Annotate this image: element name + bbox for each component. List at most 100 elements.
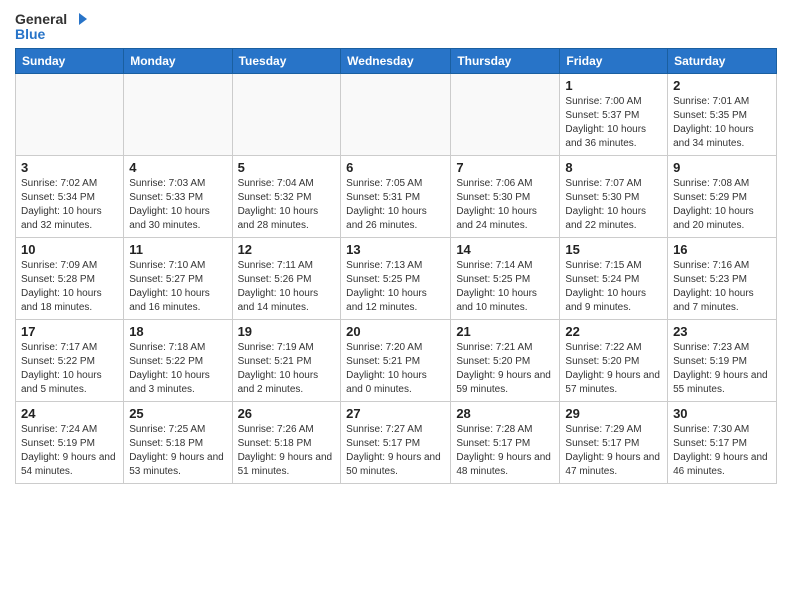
calendar-cell: 30 Sunrise: 7:30 AM Sunset: 5:17 PM Dayli… <box>668 402 777 484</box>
calendar-cell: 20Sunrise: 7:20 AM Sunset: 5:21 PM Dayli… <box>341 320 451 402</box>
day-info: Sunrise: 7:09 AM Sunset: 5:28 PM Dayligh… <box>21 259 118 315</box>
col-saturday: Saturday <box>668 49 777 74</box>
calendar-cell: 19 Sunrise: 7:19 AM Sunset: 5:21 PM Dayli… <box>232 320 341 402</box>
day-number: 28 <box>456 406 554 421</box>
week-row-2: 10 Sunrise: 7:09 AM Sunset: 5:28 PM Dayli… <box>16 238 777 320</box>
day-info: Sunrise: 7:08 AM Sunset: 5:29 PM Dayligh… <box>673 177 771 233</box>
day-number: 15 <box>565 242 662 257</box>
calendar-cell: 10 Sunrise: 7:09 AM Sunset: 5:28 PM Dayli… <box>16 238 124 320</box>
day-info: Sunrise: 7:04 AM Sunset: 5:32 PM Dayligh… <box>238 177 336 233</box>
col-monday: Monday <box>124 49 232 74</box>
day-number: 19 <box>238 324 336 339</box>
calendar-cell: 7 Sunrise: 7:06 AM Sunset: 5:30 PM Daylig… <box>451 156 560 238</box>
day-number: 14 <box>456 242 554 257</box>
calendar-cell <box>16 74 124 156</box>
calendar-cell: 9 Sunrise: 7:08 AM Sunset: 5:29 PM Daylig… <box>668 156 777 238</box>
day-number: 26 <box>238 406 336 421</box>
calendar-cell: 27 Sunrise: 7:27 AM Sunset: 5:17 PM Dayli… <box>341 402 451 484</box>
day-info: Sunrise: 7:21 AM Sunset: 5:20 PM Dayligh… <box>456 341 554 397</box>
calendar-header-row: Sunday Monday Tuesday Wednesday Thursday… <box>16 49 777 74</box>
calendar-cell: 18Sunrise: 7:18 AM Sunset: 5:22 PM Dayli… <box>124 320 232 402</box>
day-number: 11 <box>129 242 226 257</box>
day-info: Sunrise: 7:20 AM Sunset: 5:21 PM Dayligh… <box>346 341 445 397</box>
calendar-cell: 6Sunrise: 7:05 AM Sunset: 5:31 PM Daylig… <box>341 156 451 238</box>
calendar-cell: 15 Sunrise: 7:15 AM Sunset: 5:24 PM Dayli… <box>560 238 668 320</box>
logo-bird-icon <box>69 10 87 28</box>
day-number: 17 <box>21 324 118 339</box>
calendar-cell <box>341 74 451 156</box>
calendar-cell: 24Sunrise: 7:24 AM Sunset: 5:19 PM Dayli… <box>16 402 124 484</box>
day-info: Sunrise: 7:01 AM Sunset: 5:35 PM Dayligh… <box>673 95 771 151</box>
calendar-cell: 1Sunrise: 7:00 AM Sunset: 5:37 PM Daylig… <box>560 74 668 156</box>
col-tuesday: Tuesday <box>232 49 341 74</box>
day-number: 25 <box>129 406 226 421</box>
col-wednesday: Wednesday <box>341 49 451 74</box>
day-info: Sunrise: 7:07 AM Sunset: 5:30 PM Dayligh… <box>565 177 662 233</box>
week-row-4: 24Sunrise: 7:24 AM Sunset: 5:19 PM Dayli… <box>16 402 777 484</box>
day-info: Sunrise: 7:26 AM Sunset: 5:18 PM Dayligh… <box>238 423 336 479</box>
day-number: 27 <box>346 406 445 421</box>
day-info: Sunrise: 7:02 AM Sunset: 5:34 PM Dayligh… <box>21 177 118 233</box>
day-number: 7 <box>456 160 554 175</box>
day-info: Sunrise: 7:28 AM Sunset: 5:17 PM Dayligh… <box>456 423 554 479</box>
col-sunday: Sunday <box>16 49 124 74</box>
day-info: Sunrise: 7:03 AM Sunset: 5:33 PM Dayligh… <box>129 177 226 233</box>
day-number: 12 <box>238 242 336 257</box>
day-number: 21 <box>456 324 554 339</box>
day-info: Sunrise: 7:22 AM Sunset: 5:20 PM Dayligh… <box>565 341 662 397</box>
day-info: Sunrise: 7:15 AM Sunset: 5:24 PM Dayligh… <box>565 259 662 315</box>
calendar-cell: 21 Sunrise: 7:21 AM Sunset: 5:20 PM Dayli… <box>451 320 560 402</box>
week-row-1: 3 Sunrise: 7:02 AM Sunset: 5:34 PM Daylig… <box>16 156 777 238</box>
day-number: 4 <box>129 160 226 175</box>
day-number: 30 <box>673 406 771 421</box>
calendar-cell: 23Sunrise: 7:23 AM Sunset: 5:19 PM Dayli… <box>668 320 777 402</box>
day-info: Sunrise: 7:14 AM Sunset: 5:25 PM Dayligh… <box>456 259 554 315</box>
calendar-cell: 22 Sunrise: 7:22 AM Sunset: 5:20 PM Dayli… <box>560 320 668 402</box>
logo: General Blue <box>15 10 87 42</box>
page: General Blue Sunday Monday Tuesday Wedne… <box>0 0 792 612</box>
day-info: Sunrise: 7:16 AM Sunset: 5:23 PM Dayligh… <box>673 259 771 315</box>
day-info: Sunrise: 7:30 AM Sunset: 5:17 PM Dayligh… <box>673 423 771 479</box>
day-info: Sunrise: 7:27 AM Sunset: 5:17 PM Dayligh… <box>346 423 445 479</box>
day-info: Sunrise: 7:00 AM Sunset: 5:37 PM Dayligh… <box>565 95 662 151</box>
week-row-3: 17Sunrise: 7:17 AM Sunset: 5:22 PM Dayli… <box>16 320 777 402</box>
header: General Blue <box>15 10 777 42</box>
day-info: Sunrise: 7:10 AM Sunset: 5:27 PM Dayligh… <box>129 259 226 315</box>
calendar-cell <box>451 74 560 156</box>
calendar-cell: 12 Sunrise: 7:11 AM Sunset: 5:26 PM Dayli… <box>232 238 341 320</box>
logo-mark: General Blue <box>15 10 87 42</box>
day-number: 8 <box>565 160 662 175</box>
calendar-cell: 25 Sunrise: 7:25 AM Sunset: 5:18 PM Dayli… <box>124 402 232 484</box>
calendar-cell: 13Sunrise: 7:13 AM Sunset: 5:25 PM Dayli… <box>341 238 451 320</box>
day-number: 5 <box>238 160 336 175</box>
calendar-cell: 14 Sunrise: 7:14 AM Sunset: 5:25 PM Dayli… <box>451 238 560 320</box>
day-number: 9 <box>673 160 771 175</box>
calendar-cell: 11 Sunrise: 7:10 AM Sunset: 5:27 PM Dayli… <box>124 238 232 320</box>
day-info: Sunrise: 7:29 AM Sunset: 5:17 PM Dayligh… <box>565 423 662 479</box>
day-info: Sunrise: 7:11 AM Sunset: 5:26 PM Dayligh… <box>238 259 336 315</box>
calendar-cell: 2 Sunrise: 7:01 AM Sunset: 5:35 PM Daylig… <box>668 74 777 156</box>
day-info: Sunrise: 7:25 AM Sunset: 5:18 PM Dayligh… <box>129 423 226 479</box>
day-number: 24 <box>21 406 118 421</box>
calendar-cell: 28 Sunrise: 7:28 AM Sunset: 5:17 PM Dayli… <box>451 402 560 484</box>
calendar-cell: 4 Sunrise: 7:03 AM Sunset: 5:33 PM Daylig… <box>124 156 232 238</box>
day-number: 2 <box>673 78 771 93</box>
day-number: 13 <box>346 242 445 257</box>
calendar-cell <box>124 74 232 156</box>
calendar: Sunday Monday Tuesday Wednesday Thursday… <box>15 48 777 484</box>
calendar-cell <box>232 74 341 156</box>
day-number: 22 <box>565 324 662 339</box>
calendar-cell: 29 Sunrise: 7:29 AM Sunset: 5:17 PM Dayli… <box>560 402 668 484</box>
day-number: 18 <box>129 324 226 339</box>
col-friday: Friday <box>560 49 668 74</box>
day-info: Sunrise: 7:19 AM Sunset: 5:21 PM Dayligh… <box>238 341 336 397</box>
col-thursday: Thursday <box>451 49 560 74</box>
day-number: 3 <box>21 160 118 175</box>
day-number: 10 <box>21 242 118 257</box>
calendar-cell: 5 Sunrise: 7:04 AM Sunset: 5:32 PM Daylig… <box>232 156 341 238</box>
calendar-cell: 17Sunrise: 7:17 AM Sunset: 5:22 PM Dayli… <box>16 320 124 402</box>
day-info: Sunrise: 7:06 AM Sunset: 5:30 PM Dayligh… <box>456 177 554 233</box>
day-number: 29 <box>565 406 662 421</box>
day-number: 6 <box>346 160 445 175</box>
logo-blue: Blue <box>15 26 45 42</box>
